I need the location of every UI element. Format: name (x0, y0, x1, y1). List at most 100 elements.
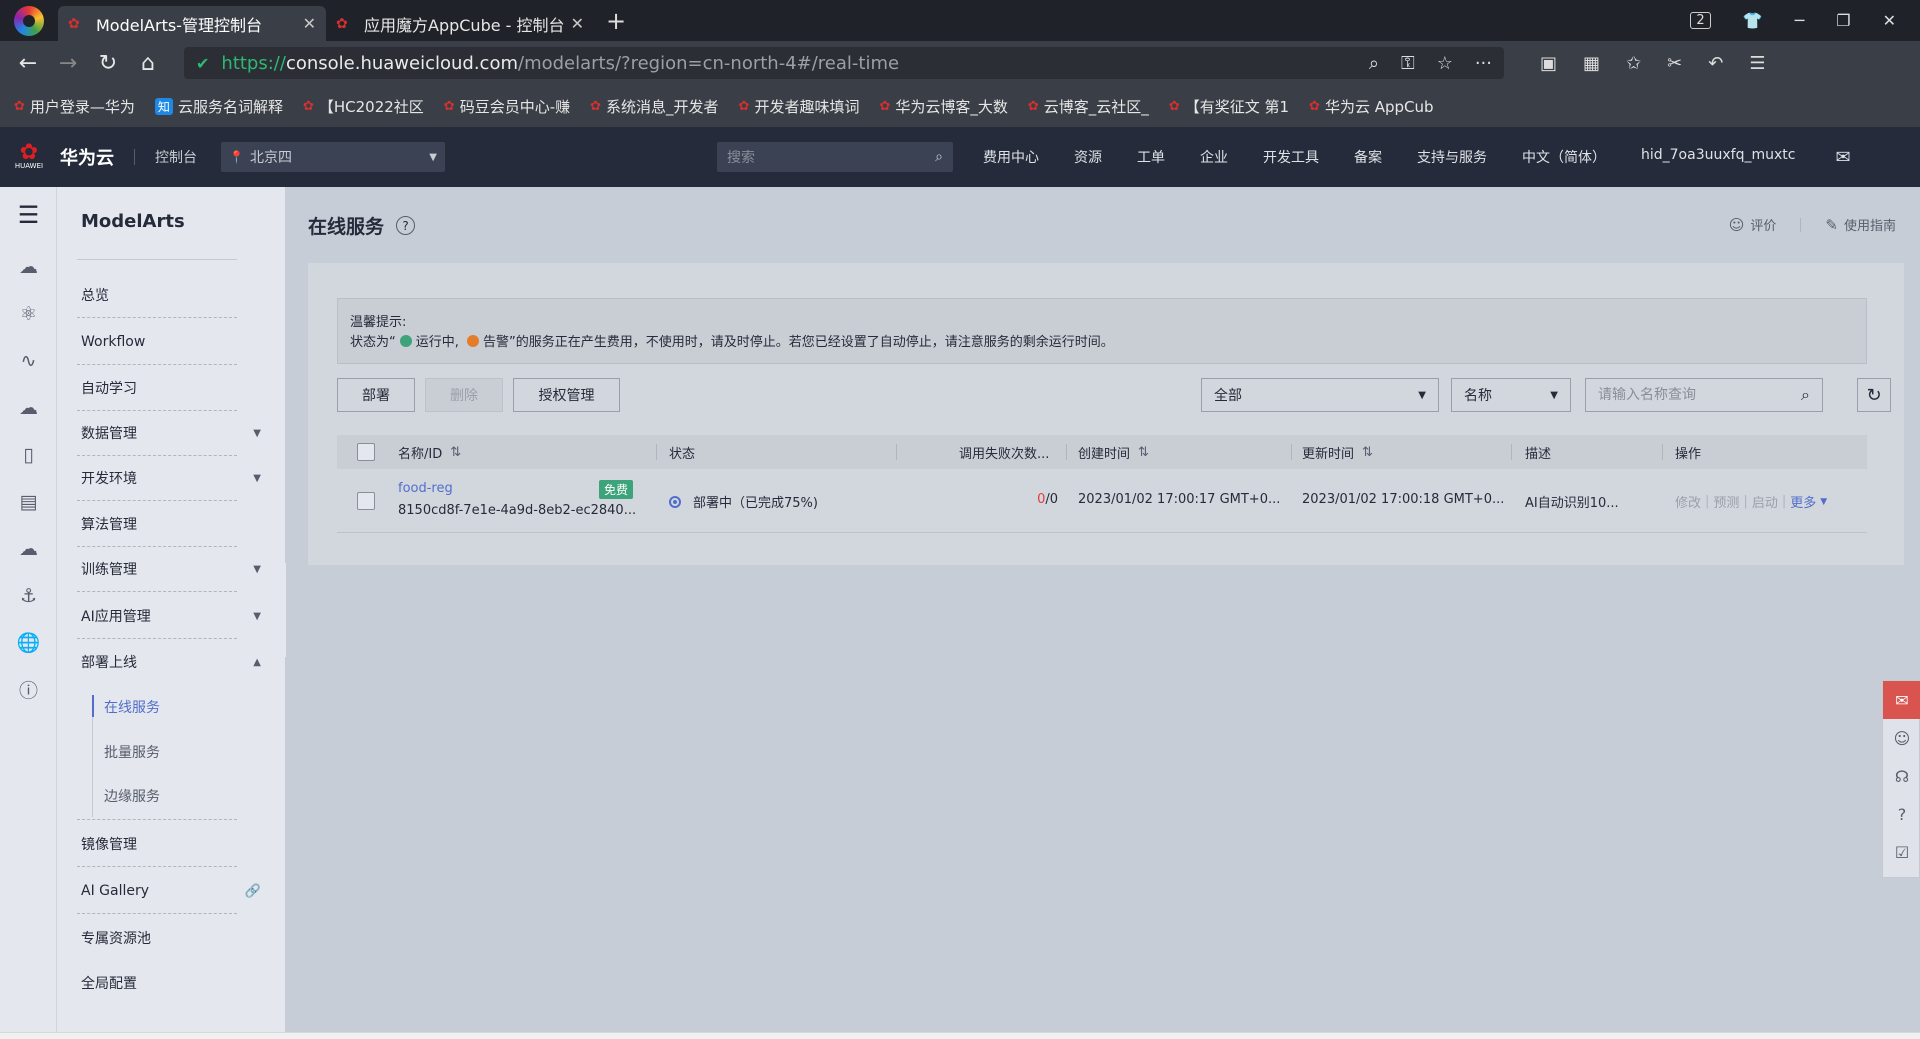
bookmark-item[interactable]: ✿ 【HC2022社区 (303, 96, 424, 117)
tab-count-badge[interactable]: 2 (1690, 12, 1711, 29)
search-icon[interactable]: ⌕ (1801, 385, 1810, 405)
menu-icon[interactable]: ☰ (1749, 53, 1765, 74)
guide-link[interactable]: 使用指南 (1844, 215, 1896, 234)
skin-icon[interactable]: 👕 (1743, 11, 1763, 30)
delete-button[interactable]: 删除 (425, 378, 503, 412)
nav-devtools[interactable]: 开发工具 (1263, 147, 1319, 167)
reload-icon[interactable]: ↻ (88, 51, 128, 76)
nav-enterprise[interactable]: 企业 (1200, 147, 1228, 167)
sidebar-item-images[interactable]: 镜像管理 (81, 834, 261, 854)
window-close-icon[interactable]: ✕ (1883, 11, 1896, 30)
nav-billing[interactable]: 费用中心 (983, 147, 1039, 167)
hamburger-menu-icon[interactable]: ☰ (0, 187, 57, 243)
reader-icon[interactable]: ▣ (1540, 53, 1557, 74)
sidebar-subitem-online-service[interactable]: 在线服务 (104, 697, 254, 717)
sidebar-item-algorithms[interactable]: 算法管理 (81, 514, 261, 534)
bookmark-item[interactable]: ✿ 【有奖征文 第1 (1169, 96, 1289, 117)
status-filter-select[interactable]: 全部 ▼ (1201, 378, 1439, 412)
anchor-icon[interactable]: ⚓ (0, 572, 57, 619)
browser-tab-appcube[interactable]: ✿ 应用魔方AppCube - 控制台 ✕ (326, 6, 594, 41)
bookmark-item[interactable]: ✿ 开发者趣味填词 (739, 96, 860, 117)
sidebar-item-global-config[interactable]: 全局配置 (81, 973, 261, 993)
bookmark-item[interactable]: ✿ 系统消息_开发者 (590, 96, 718, 117)
rate-link[interactable]: 评价 (1750, 215, 1776, 234)
col-updated[interactable]: 更新时间 ⇅ (1302, 435, 1373, 469)
nav-tickets[interactable]: 工单 (1137, 147, 1165, 167)
browser-tab-modelarts[interactable]: ✿ ModelArts-管理控制台 ✕ (58, 6, 326, 41)
globe-icon[interactable]: 🌐 (0, 619, 57, 666)
auth-management-button[interactable]: 授权管理 (513, 378, 620, 412)
storage-icon[interactable]: ▯ (0, 431, 57, 478)
bookmark-item[interactable]: 知云服务名词解释 (154, 96, 283, 117)
sidebar-item-resource-pool[interactable]: 专属资源池 (81, 928, 261, 948)
checklist-icon[interactable]: ☑ (1883, 833, 1920, 871)
header-search-input[interactable]: 搜索 ⌕ (717, 142, 953, 172)
nav-language[interactable]: 中文（简体） (1522, 147, 1606, 167)
predict-action[interactable]: 预测 (1713, 492, 1739, 511)
ip-icon[interactable]: ⓘ (0, 666, 57, 713)
bookmark-item[interactable]: ✿ 华为云博客_大数 (879, 96, 1007, 117)
service-name[interactable]: food-reg (398, 481, 453, 496)
question-icon[interactable]: ? (1883, 795, 1920, 833)
select-all-checkbox[interactable] (357, 443, 375, 461)
favorites-icon[interactable]: ✩ (1626, 53, 1641, 74)
restore-icon[interactable]: ❐ (1836, 11, 1850, 30)
document-icon[interactable]: ▤ (0, 478, 57, 525)
home-icon[interactable]: ⌂ (128, 51, 168, 76)
sidebar-subitem-batch-service[interactable]: 批量服务 (104, 742, 254, 762)
sidebar-item-ai-apps[interactable]: AI应用管理 ▼ (81, 606, 261, 626)
cloud-upload-icon[interactable]: ☁ (0, 525, 57, 572)
name-search-field[interactable] (1598, 387, 1802, 403)
service-name-link[interactable]: food-reg (398, 481, 453, 496)
undo-icon[interactable]: ↶ (1708, 53, 1723, 74)
mail-icon[interactable]: ✉ (1835, 147, 1850, 168)
more-action[interactable]: 更多 (1790, 492, 1816, 511)
more-icon[interactable]: ··· (1475, 53, 1492, 74)
sidebar-item-training[interactable]: 训练管理 ▼ (81, 559, 261, 579)
key-icon[interactable]: ⚿ (1401, 53, 1415, 74)
bookmark-item[interactable]: ✿ 用户登录—华为 (14, 96, 135, 117)
console-link[interactable]: 控制台 (155, 147, 197, 167)
customer-service-icon[interactable]: ☊ (1883, 757, 1920, 795)
sidebar-item-workflow[interactable]: Workflow (81, 332, 261, 352)
col-created[interactable]: 创建时间 ⇅ (1078, 435, 1149, 469)
cloud-icon[interactable]: ☁ (0, 384, 57, 431)
start-action[interactable]: 启动 (1752, 492, 1778, 511)
sort-icon[interactable]: ⇅ (1362, 445, 1373, 460)
sidebar-item-data-management[interactable]: 数据管理 ▼ (81, 423, 261, 443)
apps-grid-icon[interactable]: ▦ (1583, 53, 1600, 74)
huawei-logo-icon[interactable]: ✿ HUAWEI (12, 142, 46, 171)
search-icon[interactable]: ⌕ (935, 149, 943, 165)
new-tab-button[interactable]: + (606, 7, 626, 35)
back-icon[interactable]: ← (8, 51, 48, 76)
bookmark-item[interactable]: ✿ 华为云 AppCub (1309, 96, 1433, 117)
brand-name[interactable]: 华为云 (60, 144, 114, 170)
nav-username[interactable]: hid_7oa3uuxfq_muxtc (1641, 147, 1795, 167)
tab-close-icon[interactable]: ✕ (571, 14, 584, 33)
cluster-icon[interactable]: ⚛ (0, 290, 57, 337)
nav-filing[interactable]: 备案 (1354, 147, 1382, 167)
wave-icon[interactable]: ∿ (0, 337, 57, 384)
zoom-icon[interactable]: ⌕ (1369, 53, 1379, 74)
sidebar-subitem-edge-service[interactable]: 边缘服务 (104, 786, 254, 806)
forward-icon[interactable]: → (48, 51, 88, 76)
nav-support[interactable]: 支持与服务 (1417, 147, 1487, 167)
sort-icon[interactable]: ⇅ (450, 445, 461, 460)
sidebar-item-deploy[interactable]: 部署上线 ▲ (81, 652, 261, 672)
search-field-select[interactable]: 名称 ▼ (1451, 378, 1571, 412)
region-select[interactable]: 📍 北京四 ▼ (221, 142, 445, 172)
bookmark-item[interactable]: ✿ 云博客_云社区_ (1028, 96, 1149, 117)
scissors-icon[interactable]: ✂ (1667, 53, 1682, 74)
col-name[interactable]: 名称/ID ⇅ (398, 435, 461, 469)
sidebar-item-dev-env[interactable]: 开发环境 ▼ (81, 468, 261, 488)
url-field[interactable]: ✔ https://console.huaweicloud.com/modela… (184, 47, 1504, 79)
minimize-icon[interactable]: ─ (1795, 11, 1805, 30)
bookmark-item[interactable]: ✿ 码豆会员中心-赚 (444, 96, 570, 117)
name-search-input[interactable]: ⌕ (1585, 378, 1823, 412)
refresh-button[interactable]: ↻ (1857, 378, 1891, 412)
sidebar-item-ai-gallery[interactable]: AI Gallery 🔗 (81, 881, 261, 901)
cloud-service-icon[interactable]: ☁ (0, 243, 57, 290)
chat-icon[interactable]: ✉ (1883, 681, 1920, 719)
tab-close-icon[interactable]: ✕ (303, 14, 316, 33)
modify-action[interactable]: 修改 (1675, 492, 1701, 511)
